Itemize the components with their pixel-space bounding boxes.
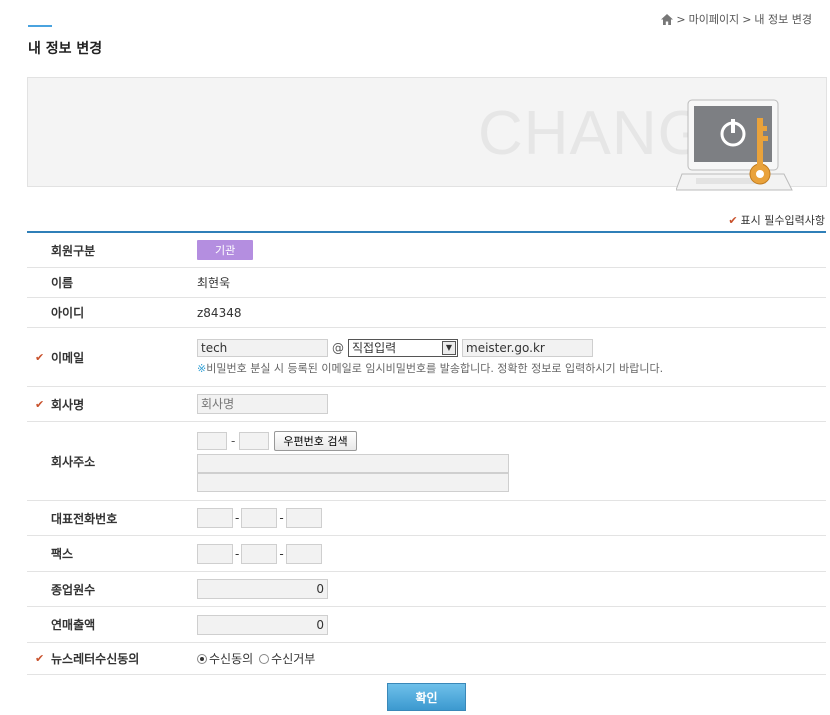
zip-search-button[interactable]: 우편번호 검색 bbox=[274, 430, 357, 451]
row-annual-sales: 연매출액 bbox=[27, 607, 826, 643]
name-value: 최현욱 bbox=[197, 276, 231, 290]
breadcrumb-mypage[interactable]: 마이페이지 bbox=[689, 11, 740, 27]
row-member-type: 회원구분 기관 bbox=[27, 233, 826, 268]
company-name-input[interactable] bbox=[197, 394, 328, 414]
newsletter-agree-radio[interactable] bbox=[197, 653, 207, 664]
phone-part3-input[interactable] bbox=[285, 508, 322, 528]
row-user-id: 아이디 z84348 bbox=[27, 298, 826, 328]
zip-first-input[interactable] bbox=[197, 431, 227, 450]
member-type-label: 회원구분 bbox=[51, 243, 96, 258]
breadcrumb: > 마이페이지 > 내 정보 변경 bbox=[661, 11, 812, 27]
address-line2-input[interactable] bbox=[197, 472, 509, 492]
profile-form: 회원구분 기관 이름 최현욱 아이디 z84348 ✔ 이메일 @ 직접입력 ▼ bbox=[27, 231, 826, 675]
fax-part3-input[interactable] bbox=[285, 543, 322, 564]
required-check-icon: ✔ bbox=[35, 350, 45, 364]
email-note-text: 비밀번호 분실 시 등록된 이메일로 임시비밀번호를 발송합니다. 정확한 정보… bbox=[206, 361, 664, 375]
breadcrumb-current: 내 정보 변경 bbox=[754, 13, 812, 26]
member-type-badge: 기관 bbox=[197, 240, 254, 260]
annual-sales-label: 연매출액 bbox=[51, 618, 96, 632]
phone-part2-input[interactable] bbox=[241, 508, 278, 528]
company-address-label: 회사주소 bbox=[51, 454, 96, 469]
employees-input[interactable] bbox=[197, 579, 328, 599]
page-title: 내 정보 변경 bbox=[28, 41, 103, 57]
row-name: 이름 최현욱 bbox=[27, 268, 826, 298]
row-employees: 종업원수 bbox=[27, 572, 826, 607]
banner: CHANGE bbox=[27, 77, 827, 191]
required-check-icon: ✔ bbox=[35, 397, 45, 411]
email-domain-select[interactable]: 직접입력 ▼ bbox=[348, 338, 458, 357]
fax-part2-input[interactable] bbox=[241, 543, 278, 564]
row-newsletter: ✔ 뉴스레터수신동의 수신동의 수신거부 bbox=[27, 643, 826, 675]
confirm-button[interactable]: 확인 bbox=[387, 683, 466, 711]
check-icon: ✔ bbox=[728, 213, 738, 227]
row-phone: 대표전화번호 - - bbox=[27, 501, 826, 536]
required-check-icon: ✔ bbox=[35, 652, 45, 665]
laptop-key-icon bbox=[676, 99, 793, 191]
address-line1-input[interactable] bbox=[197, 453, 509, 473]
home-icon[interactable] bbox=[661, 13, 674, 25]
phone-part1-input[interactable] bbox=[197, 508, 233, 528]
phone-label: 대표전화번호 bbox=[51, 511, 118, 526]
chevron-down-icon[interactable]: ▼ bbox=[442, 340, 456, 355]
email-domain-select-value: 직접입력 bbox=[352, 341, 397, 355]
row-company-name: ✔ 회사명 bbox=[27, 387, 826, 422]
fax-label: 팩스 bbox=[51, 547, 74, 561]
row-fax: 팩스 - - bbox=[27, 536, 826, 572]
user-id-value: z84348 bbox=[197, 305, 242, 320]
row-email: ✔ 이메일 @ 직접입력 ▼ ※비밀번호 분실 시 등록된 이메일로 임시비밀번… bbox=[27, 328, 826, 387]
title-accent-line bbox=[28, 25, 52, 27]
email-domain-input[interactable] bbox=[462, 338, 593, 357]
annual-sales-input[interactable] bbox=[197, 614, 328, 635]
email-local-input[interactable] bbox=[197, 338, 328, 357]
phone-dash: - bbox=[235, 511, 240, 525]
newsletter-decline-label[interactable]: 수신거부 bbox=[271, 650, 315, 667]
breadcrumb-sep: > bbox=[676, 12, 686, 26]
required-note: ✔ 표시 필수입력사항 bbox=[728, 212, 825, 228]
phone-dash: - bbox=[279, 511, 284, 525]
employees-label: 종업원수 bbox=[51, 582, 96, 597]
row-company-address: 회사주소 - 우편번호 검색 bbox=[27, 422, 826, 501]
newsletter-decline-radio[interactable] bbox=[259, 653, 270, 664]
name-label: 이름 bbox=[51, 276, 74, 290]
required-note-text: 표시 필수입력사항 bbox=[740, 214, 825, 227]
fax-dash: - bbox=[235, 546, 240, 561]
fax-dash: - bbox=[279, 546, 284, 561]
newsletter-agree-label[interactable]: 수신동의 bbox=[209, 650, 253, 667]
note-mark-icon: ※ bbox=[197, 361, 207, 375]
user-id-label: 아이디 bbox=[51, 306, 85, 320]
email-at: @ bbox=[332, 340, 344, 355]
zip-second-input[interactable] bbox=[239, 431, 270, 450]
email-note: ※비밀번호 분실 시 등록된 이메일로 임시비밀번호를 발송합니다. 정확한 정… bbox=[197, 360, 663, 376]
zip-dash: - bbox=[231, 433, 236, 448]
fax-part1-input[interactable] bbox=[197, 543, 233, 564]
breadcrumb-sep: > bbox=[742, 12, 752, 26]
